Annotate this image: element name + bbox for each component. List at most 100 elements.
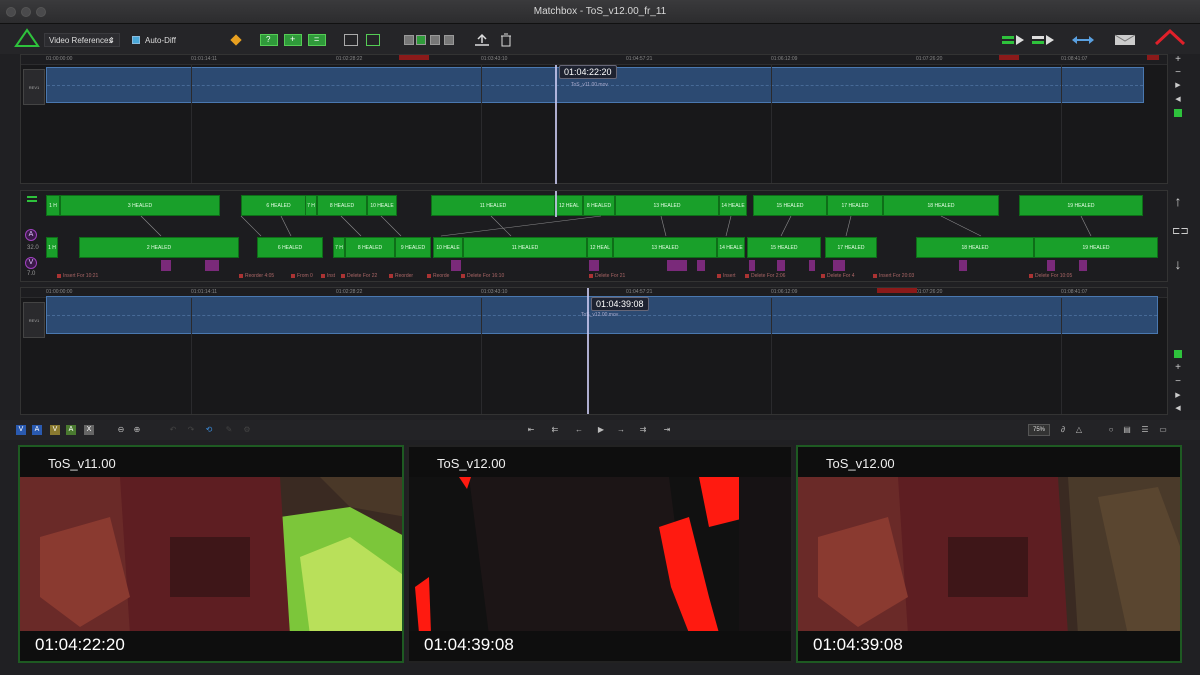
green-block-button[interactable] [416,35,426,45]
change-marker[interactable] [833,260,845,271]
zoom-in-bottom-button[interactable]: + [1172,362,1184,373]
step-forward-button[interactable]: → [614,425,628,435]
arrow-up-icon[interactable]: ↑ [1172,193,1184,209]
change-marker[interactable] [1047,260,1055,271]
diff-clip[interactable]: 18 HEALED [916,237,1034,258]
zoom-in-top-button[interactable]: + [1172,54,1184,65]
loop-icon[interactable]: ⟲ [202,425,216,435]
diff-clip[interactable]: 13 HEALED [613,237,717,258]
diff-clip[interactable]: 10 HEALE [433,237,463,258]
play-top-icon[interactable]: ▶ [1172,81,1184,89]
audio-track-toggle[interactable]: A [32,425,42,435]
video-track-toggle-2[interactable]: V [50,425,60,435]
add-button[interactable]: + [284,34,302,46]
diff-clip[interactable]: 19 HEALED [1034,237,1158,258]
undo-icon[interactable]: ↶ [166,425,180,435]
go-to-end-button[interactable]: ⇥ [660,425,674,435]
change-marker[interactable] [451,260,461,271]
change-marker[interactable] [667,260,687,271]
viewer-diff[interactable]: ToS_v12.00 01:04:39:08 [407,445,793,663]
sync-bottom-icon[interactable] [1174,350,1182,358]
diff-clip[interactable]: 12 HEAL [587,237,613,258]
change-marker[interactable] [161,260,171,271]
target-timeline-panel[interactable]: 01:00:00:00 01:01:14:11 01:02:28:22 01:0… [20,287,1168,415]
layout-icon[interactable]: ▭ [1156,425,1170,435]
mail-icon[interactable] [1114,34,1136,46]
change-marker[interactable] [589,260,599,271]
gray-block-1-button[interactable] [404,35,414,45]
step-right-button[interactable] [366,34,380,46]
step-left-button[interactable] [344,34,358,46]
change-marker[interactable] [777,260,785,271]
reference-timeline-panel[interactable]: 01:00:00:00 01:01:14:11 01:02:28:22 01:0… [20,54,1168,184]
trash-icon[interactable] [500,33,512,47]
playhead-timecode: 01:04:39:08 [591,297,649,311]
gray-block-3-button[interactable] [444,35,454,45]
playhead[interactable] [555,65,557,184]
change-marker[interactable] [749,260,755,271]
diff-clip[interactable]: 11 HEALED [463,237,587,258]
delta-icon[interactable]: △ [1072,425,1086,435]
playhead[interactable] [587,288,589,414]
change-label: Delete For 4 [821,273,855,279]
diff-clip[interactable]: 9 HEALED [395,237,431,258]
diff-clip[interactable]: 8 HEALED [345,237,395,258]
send-all-icon[interactable] [1032,35,1056,45]
step-back-button[interactable]: ← [572,425,586,435]
sync-top-icon[interactable] [1174,109,1182,117]
zoom-level[interactable]: 75% [1028,424,1050,436]
viewer-v11[interactable]: ToS_v11.00 01:04:22:20 [18,445,404,663]
redo-icon[interactable]: ↷ [184,425,198,435]
play-bottom-icon[interactable]: ▶ [1172,391,1184,399]
link-chain-icon[interactable]: ∂ [1056,425,1070,435]
play-button[interactable]: ▶ [594,425,608,435]
change-marker[interactable] [205,260,219,271]
viewer-footer: 01:04:22:20 [20,631,402,661]
reference-select[interactable]: Video References ⇕ [44,33,120,47]
video-track-toggle[interactable]: V [16,425,26,435]
change-marker[interactable] [959,260,967,271]
list-icon[interactable]: ☰ [1138,425,1152,435]
fast-forward-button[interactable]: ⇉ [636,425,650,435]
zoom-out-icon[interactable]: ⊖ [114,425,128,435]
diff-clip[interactable]: 6 HEALED [257,237,323,258]
change-marker[interactable] [697,260,705,271]
diff-clip[interactable]: 2 HEALED [79,237,239,258]
auto-diff-checkbox[interactable] [132,36,140,44]
diff-clip[interactable]: 15 HEALED [747,237,821,258]
fast-rewind-button[interactable]: ⇇ [548,425,562,435]
film-strip-icon[interactable]: ▤ [1120,425,1134,435]
back-bottom-icon[interactable]: ◀ [1172,404,1184,412]
diff-clip[interactable]: 7 H [333,237,345,258]
viewer-name: ToS_v12.00 [826,456,895,471]
viewer-footer: 01:04:39:08 [409,631,791,661]
gray-block-2-button[interactable] [430,35,440,45]
diff-clip[interactable]: 1 H [46,237,58,258]
sync-arrows-icon[interactable] [1072,35,1094,45]
change-marker[interactable] [809,260,815,271]
marker-diamond-icon[interactable] [230,34,242,46]
circle-icon[interactable]: ○ [1104,425,1118,435]
change-marker[interactable] [1079,260,1087,271]
audio-track-toggle-2[interactable]: A [66,425,76,435]
diff-clip[interactable]: 17 HEALED [825,237,877,258]
chevron-updown-icon: ⇕ [108,36,115,45]
pen-icon[interactable]: ✎ [222,425,236,435]
back-top-icon[interactable]: ◀ [1172,95,1184,103]
help-button[interactable]: ? [260,34,278,46]
link-icon[interactable]: ⊏⊐ [1172,226,1189,237]
change-label: Delete For 22 [341,273,377,279]
arrow-down-icon[interactable]: ↓ [1172,256,1184,272]
diff-clip[interactable]: 14 HEALE [717,237,745,258]
zoom-out-top-button[interactable]: − [1172,67,1184,78]
zoom-out-bottom-button[interactable]: − [1172,376,1184,387]
export-up-icon[interactable] [474,33,490,47]
go-to-start-button[interactable]: ⇤ [524,425,538,435]
settings-icon[interactable]: ⚙ [240,425,254,435]
x-track-toggle[interactable]: X [84,425,94,435]
zoom-in-icon[interactable]: ⊕ [130,425,144,435]
diff-playhead[interactable] [555,191,557,217]
send-forward-icon[interactable] [1002,35,1026,45]
equal-button[interactable]: = [308,34,326,46]
viewer-v12[interactable]: ToS_v12.00 01:04:39:08 [796,445,1182,663]
